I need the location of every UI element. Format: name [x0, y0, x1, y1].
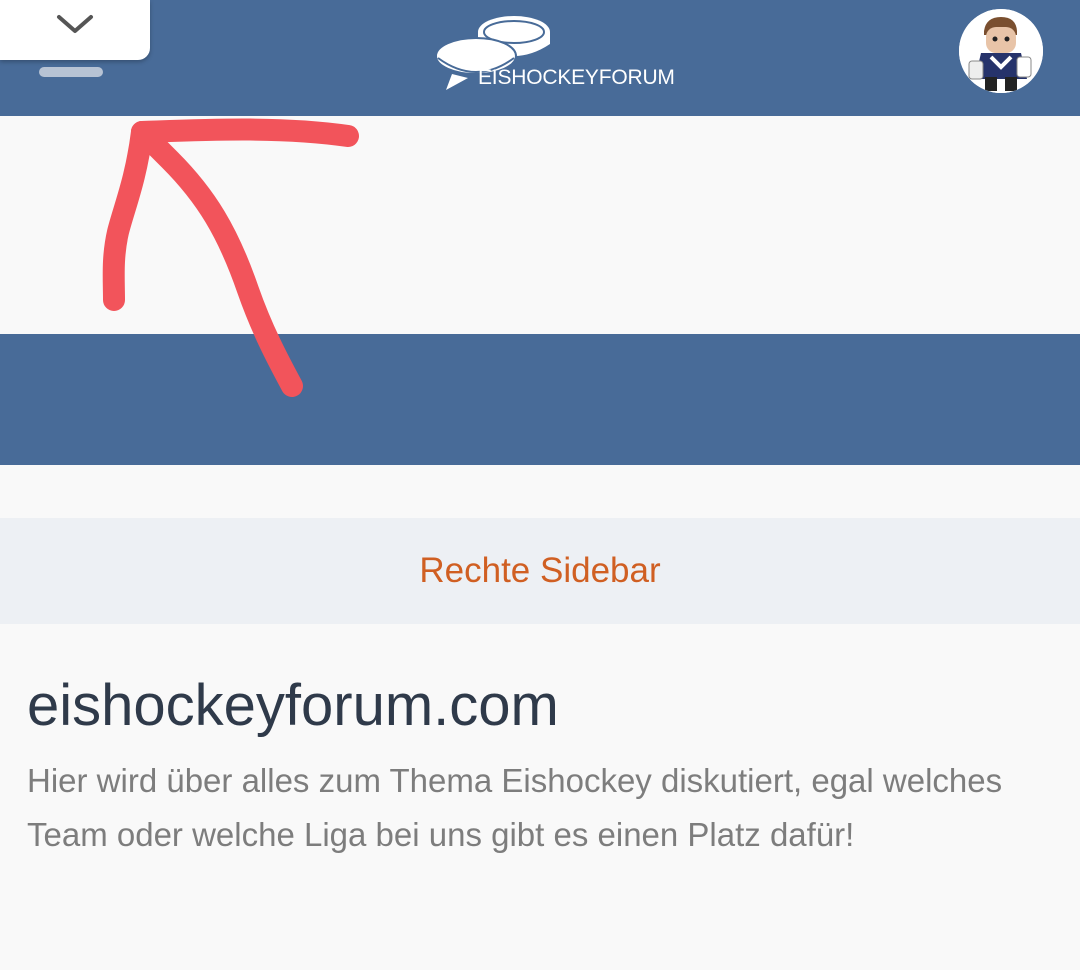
chevron-down-icon	[57, 15, 93, 33]
page: EISHOCKEYFORUM Rechte Sidebar eishockeyf…	[0, 0, 1080, 970]
avatar-icon	[959, 9, 1043, 93]
collapse-header-button[interactable]	[0, 0, 150, 60]
menu-handle[interactable]	[39, 67, 103, 77]
right-sidebar-button[interactable]: Rechte Sidebar	[0, 518, 1080, 624]
site-description: Hier wird über alles zum Thema Eishockey…	[27, 762, 1003, 853]
blue-banner	[0, 334, 1080, 465]
logo-text[interactable]: EISHOCKEYFORUM	[478, 66, 675, 90]
user-avatar[interactable]	[959, 9, 1043, 93]
header-bar: EISHOCKEYFORUM	[0, 0, 1080, 116]
right-sidebar-label: Rechte Sidebar	[419, 551, 661, 590]
site-title: eishockeyforum.com	[27, 673, 559, 738]
banner-spacer	[0, 116, 1080, 334]
